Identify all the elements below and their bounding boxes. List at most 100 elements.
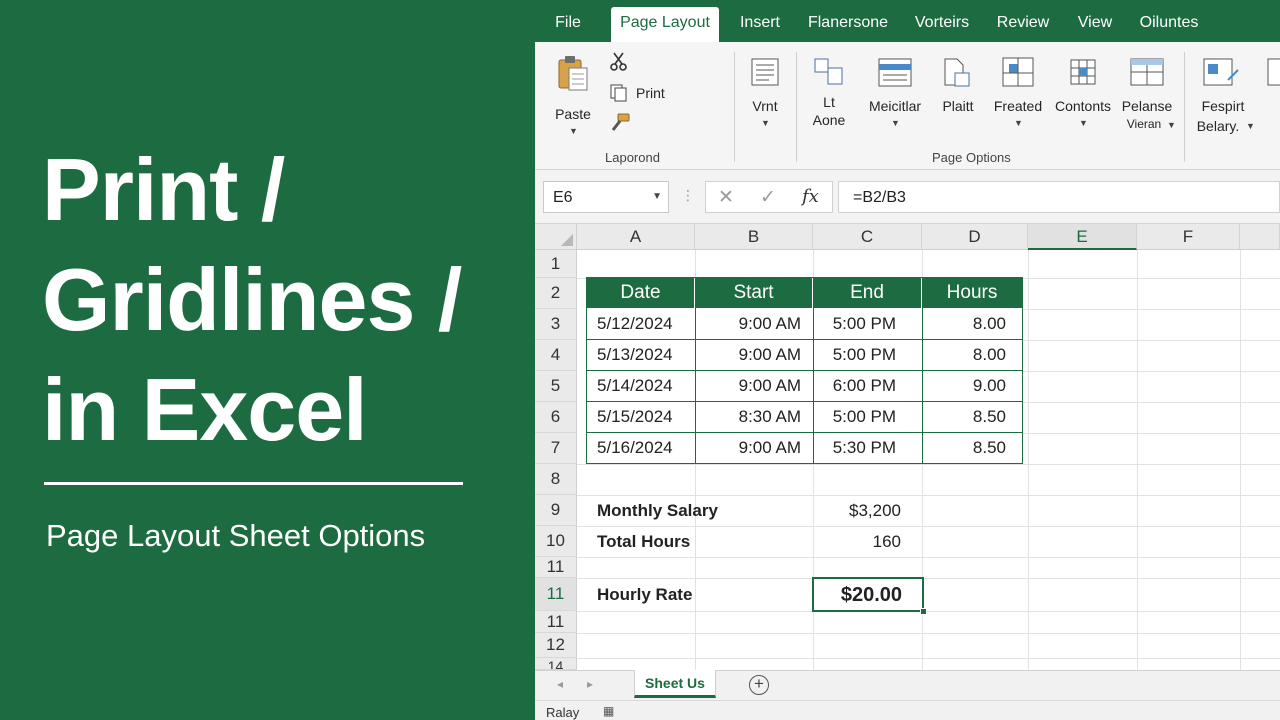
tab-flanersone[interactable]: Flanersone (805, 7, 891, 42)
formula-input[interactable]: =B2/B3 (838, 181, 1280, 213)
row-header[interactable]: 12 (535, 633, 577, 658)
table-cell[interactable]: 5/16/2024 (587, 432, 695, 463)
row-header[interactable]: 9 (535, 495, 577, 526)
ribbon-separator (1184, 52, 1185, 162)
breaks-icon (814, 58, 843, 85)
table-cell[interactable]: 5:00 PM (813, 339, 922, 370)
column-header-e[interactable]: E (1028, 224, 1137, 250)
gridline (577, 611, 1280, 612)
paste-button[interactable]: Paste ▼ (553, 50, 593, 138)
formula-bar: E6 ▼ ⋮ ✕ ✓ fx =B2/B3 (535, 170, 1280, 224)
page-options-group-label: Page Options (932, 150, 1011, 165)
table-header-hours[interactable]: Hours (922, 277, 1022, 308)
monthly-salary-value[interactable]: $3,200 (813, 495, 922, 526)
fill-handle[interactable] (920, 608, 927, 615)
table-cell[interactable]: 6:00 PM (813, 370, 922, 401)
table-cell[interactable]: 5/13/2024 (587, 339, 695, 370)
tab-insert[interactable]: Insert (733, 7, 787, 42)
table-cell[interactable]: 5:00 PM (813, 308, 922, 339)
column-header-overflow[interactable] (1240, 224, 1280, 250)
add-sheet-button[interactable]: + (749, 675, 769, 695)
print-button[interactable]: Print (609, 82, 679, 106)
row-header[interactable]: 11 (535, 557, 577, 578)
chevron-down-icon: ▼ (891, 118, 900, 128)
format-painter-icon (611, 113, 630, 131)
function-icon[interactable]: fx (802, 186, 819, 207)
table-cell[interactable]: 5/14/2024 (587, 370, 695, 401)
row-header-selected[interactable]: 11 (535, 578, 577, 611)
table-cell[interactable]: 9:00 AM (695, 308, 813, 339)
table-rule (695, 308, 696, 464)
table-cell[interactable]: 8.00 (922, 339, 1022, 370)
pelanse-button[interactable]: Pelanse Vieran ▼ (1119, 54, 1176, 134)
table-cell[interactable]: 5:00 PM (813, 401, 922, 432)
vrnt-button[interactable]: Vrnt ▼ (743, 54, 787, 134)
row-header[interactable]: 7 (535, 433, 577, 464)
margins-icon (878, 58, 912, 87)
arrange-icon (1203, 58, 1239, 86)
chevron-down-icon: ▼ (569, 126, 578, 136)
sheet-tab-active[interactable]: Sheet Us (634, 670, 716, 698)
column-header-d[interactable]: D (922, 224, 1028, 250)
row-header[interactable]: 8 (535, 464, 577, 495)
row-header[interactable]: 3 (535, 309, 577, 340)
plaitt-label: Plaitt (942, 98, 974, 114)
plaitt-button[interactable]: Plaitt (935, 54, 981, 134)
hourly-rate-label[interactable]: Hourly Rate (587, 579, 813, 611)
table-cell[interactable]: 8.50 (922, 401, 1022, 432)
tab-file[interactable]: File (545, 7, 591, 42)
total-hours-label[interactable]: Total Hours (587, 526, 813, 557)
tab-oiluntes[interactable]: Oiluntes (1135, 7, 1203, 42)
row-header[interactable]: 11 (535, 611, 577, 633)
select-all-button[interactable] (535, 224, 577, 250)
tab-vorteirs[interactable]: Vorteirs (908, 7, 976, 42)
meicitlar-button[interactable]: Meicitlar ▼ (865, 54, 925, 134)
column-header-f[interactable]: F (1137, 224, 1240, 250)
drag-handle-icon[interactable]: ⋮ (681, 187, 695, 204)
tab-page-layout[interactable]: Page Layout (611, 7, 719, 42)
table-cell[interactable]: 8.00 (922, 308, 1022, 339)
tab-review[interactable]: Review (993, 7, 1053, 42)
select-all-icon (561, 234, 573, 246)
copy-icon (610, 84, 627, 102)
lt-aone-button[interactable]: Lt Aone (805, 54, 853, 134)
table-cell[interactable]: 9:00 AM (695, 339, 813, 370)
fespirt-button[interactable]: Fespirt Belary. ▼ (1190, 54, 1256, 134)
row-header[interactable]: 4 (535, 340, 577, 371)
total-hours-value[interactable]: 160 (813, 526, 922, 557)
table-cell[interactable]: 5/15/2024 (587, 401, 695, 432)
table-header-start[interactable]: Start (695, 277, 813, 308)
check-icon[interactable]: ✓ (760, 186, 776, 209)
format-painter-button[interactable] (609, 112, 631, 134)
monthly-salary-label[interactable]: Monthly Salary (587, 495, 813, 526)
column-header-c[interactable]: C (813, 224, 922, 250)
column-header-b[interactable]: B (695, 224, 813, 250)
table-cell[interactable]: 8.50 (922, 432, 1022, 463)
row-header[interactable]: 10 (535, 526, 577, 557)
accessibility-icon[interactable]: ▦ (603, 704, 614, 718)
cut-button[interactable] (609, 52, 631, 74)
column-header-a[interactable]: A (577, 224, 695, 250)
chevron-left-icon[interactable]: ◂ (557, 677, 563, 691)
row-header[interactable]: 14 (535, 658, 577, 670)
name-box[interactable]: E6 ▼ (543, 181, 669, 213)
chevron-right-icon[interactable]: ▸ (587, 677, 593, 691)
more-ribbon-button[interactable] (1265, 56, 1280, 136)
table-header-date[interactable]: Date (587, 277, 695, 308)
table-cell[interactable]: 9:00 AM (695, 432, 813, 463)
row-header[interactable]: 5 (535, 371, 577, 402)
table-cell[interactable]: 5/12/2024 (587, 308, 695, 339)
row-header[interactable]: 6 (535, 402, 577, 433)
table-cell[interactable]: 5:30 PM (813, 432, 922, 463)
contonts-button[interactable]: Contonts ▼ (1053, 54, 1113, 134)
row-header[interactable]: 2 (535, 278, 577, 309)
table-cell[interactable]: 9:00 AM (695, 370, 813, 401)
table-cell[interactable]: 9.00 (922, 370, 1022, 401)
row-header[interactable]: 1 (535, 250, 577, 278)
tab-view[interactable]: View (1071, 7, 1119, 42)
vieran-label: Vieran (1126, 117, 1162, 131)
table-header-end[interactable]: End (813, 277, 922, 308)
freated-button[interactable]: Freated ▼ (991, 54, 1045, 134)
close-icon[interactable]: ✕ (718, 186, 734, 209)
table-cell[interactable]: 8:30 AM (695, 401, 813, 432)
